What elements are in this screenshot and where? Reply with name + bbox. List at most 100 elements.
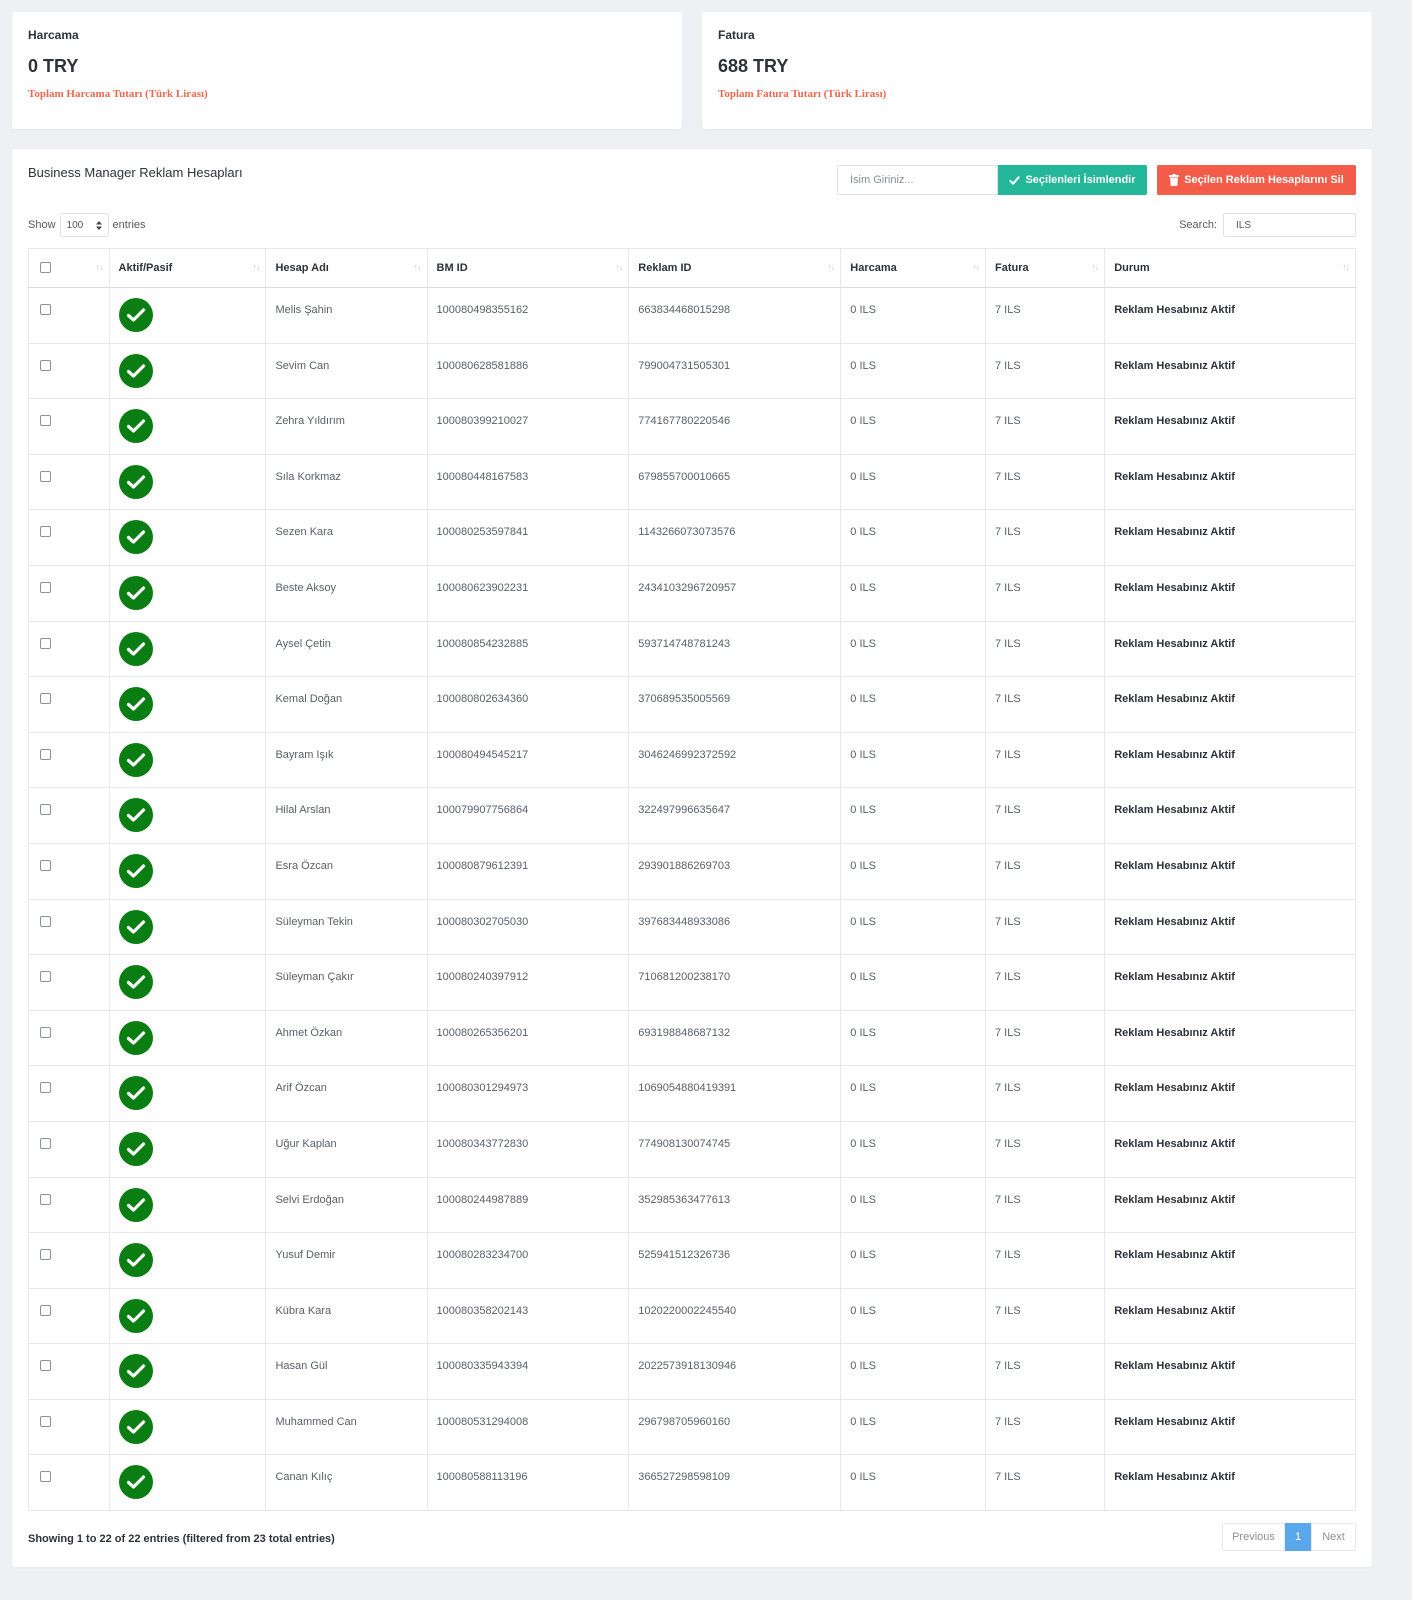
row-bm-id: 100080531294008 [426,1398,630,1456]
row-checkbox[interactable] [40,1137,51,1149]
header-ad-id[interactable]: Reklam ID ↑↓ [628,248,842,288]
name-input[interactable] [837,165,998,195]
row-invoice: 7 ILS [984,954,1106,1011]
row-invoice: 7 ILS [984,1120,1106,1178]
row-checkbox[interactable] [40,1082,51,1094]
table-row: Süleyman Tekin 100080302705030 39768344893… [28,898,1356,956]
row-bm-id: 100080494545217 [426,731,630,789]
header-select-all[interactable]: ↑↓ [28,248,110,288]
row-account-name: Sevim Can [265,342,428,400]
pagination-previous[interactable]: Previous [1222,1523,1285,1551]
row-bm-id: 100080253597841 [426,509,630,566]
row-status: Reklam Hesabınız Aktif [1104,898,1356,956]
row-status: Reklam Hesabınız Aktif [1104,287,1356,344]
row-active-cell [108,1065,267,1122]
row-bm-id: 100080244987889 [426,1176,630,1234]
row-bm-id: 100080879612391 [426,842,630,900]
header-account-name[interactable]: Hesap Adı ↑↓ [265,248,428,288]
row-account-name: Sıla Korkmaz [265,453,428,511]
row-checkbox[interactable] [40,804,51,816]
row-checkbox[interactable] [40,1360,51,1372]
row-ad-id: 693198848687132 [628,1009,842,1067]
row-ad-id: 774167780220546 [628,398,842,455]
row-checkbox[interactable] [40,971,51,983]
row-ad-id: 293901886269703 [628,842,842,900]
row-spend: 0 ILS [840,731,986,789]
check-circle-icon [118,464,153,499]
row-account-name: Beste Aksoy [265,564,428,622]
row-checkbox[interactable] [40,1415,51,1427]
row-account-name: Arif Özcan [265,1065,428,1122]
row-active-cell [108,676,267,733]
sort-icon[interactable]: ↑↓ [414,262,422,272]
delete-selected-button[interactable]: Seçilen Reklam Hesaplarını Sil [1157,165,1356,195]
sort-icon[interactable]: ↑↓ [252,262,260,272]
row-checkbox[interactable] [40,526,51,538]
row-spend: 0 ILS [840,1176,986,1234]
row-ad-id: 370689535005569 [628,676,842,733]
row-account-name: Süleyman Tekin [265,898,428,956]
row-active-cell [108,842,267,900]
header-invoice[interactable]: Fatura ↑↓ [984,248,1106,288]
row-checkbox[interactable] [40,1193,51,1205]
pagination-page-1[interactable]: 1 [1285,1523,1311,1551]
header-status[interactable]: Durum ↑↓ [1104,248,1356,288]
check-circle-icon [118,409,153,444]
row-checkbox[interactable] [40,304,51,315]
row-spend: 0 ILS [840,453,986,511]
row-invoice: 7 ILS [984,620,1106,678]
row-checkbox[interactable] [40,915,51,927]
entries-select-value: 100 [66,219,84,231]
row-bm-id: 100080628581886 [426,342,630,400]
row-checkbox[interactable] [40,748,51,760]
row-active-cell [108,787,267,844]
row-checkbox[interactable] [40,581,51,593]
sort-icon[interactable]: ↑↓ [827,262,835,272]
rename-selected-button[interactable]: Seçilenleri İsimlendir [998,165,1147,195]
sort-icon[interactable]: ↑↓ [96,262,104,272]
row-status: Reklam Hesabınız Aktif [1104,1343,1356,1400]
spend-card: Harcama 0 TRY Toplam Harcama Tutarı (Tür… [12,12,682,129]
sort-icon[interactable]: ↑↓ [1091,262,1099,272]
row-select-cell [28,842,110,900]
sort-arrows-icon [95,220,102,230]
row-checkbox[interactable] [40,859,51,871]
sort-icon[interactable]: ↑↓ [1342,262,1350,272]
row-active-cell [108,1343,267,1400]
row-checkbox[interactable] [40,1026,51,1038]
row-bm-id: 100080854232885 [426,620,630,678]
row-checkbox[interactable] [40,693,51,705]
header-active-passive[interactable]: Aktif/Pasif ↑↓ [108,248,267,288]
check-circle-icon [118,798,153,833]
row-checkbox[interactable] [40,1249,51,1261]
entries-select[interactable]: 100 [59,213,109,237]
header-spend[interactable]: Harcama ↑↓ [840,248,986,288]
header-bm-id[interactable]: BM ID ↑↓ [426,248,630,288]
row-checkbox[interactable] [40,1304,51,1316]
row-status: Reklam Hesabınız Aktif [1104,342,1356,400]
row-checkbox[interactable] [40,359,51,371]
table-row: Esra Özcan 100080879612391 293901886269703… [28,842,1356,900]
row-checkbox[interactable] [40,415,51,427]
sort-icon[interactable]: ↑↓ [615,262,623,272]
row-invoice: 7 ILS [984,1287,1106,1345]
row-active-cell [108,1398,267,1456]
row-checkbox[interactable] [40,637,51,649]
pagination-next[interactable]: Next [1311,1523,1356,1551]
row-account-name: Melis Şahin [265,287,428,344]
table-row: Aysel Çetin 100080854232885 59371474878124… [28,620,1356,678]
row-bm-id: 100080335943394 [426,1343,630,1400]
row-checkbox[interactable] [40,1471,51,1483]
search-input[interactable] [1223,213,1356,237]
row-account-name: Kemal Doğan [265,676,428,733]
entries-length-control: Show 100 entries [28,213,146,237]
row-status: Reklam Hesabınız Aktif [1104,1120,1356,1178]
row-invoice: 7 ILS [984,1232,1106,1289]
row-invoice: 7 ILS [984,509,1106,566]
select-all-checkbox[interactable] [40,262,51,273]
check-circle-icon [118,298,153,332]
sort-icon[interactable]: ↑↓ [972,262,980,272]
row-bm-id: 100080240397912 [426,954,630,1011]
row-spend: 0 ILS [840,1454,986,1512]
row-checkbox[interactable] [40,470,51,482]
